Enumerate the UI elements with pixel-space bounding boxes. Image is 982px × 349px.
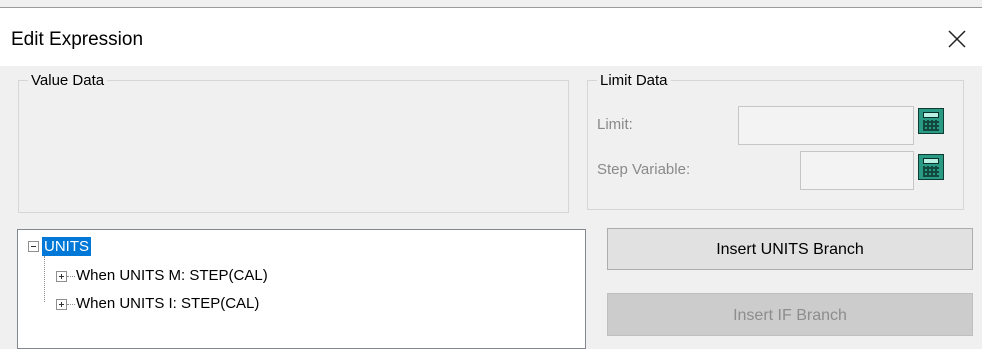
title-bar: [0, 8, 982, 66]
expand-icon[interactable]: [56, 270, 67, 282]
expression-tree[interactable]: UNITS When UNITS M: STEP(CAL) When UNITS…: [17, 229, 586, 349]
step-calculator-button[interactable]: [918, 154, 944, 180]
tree-node-units[interactable]: UNITS: [28, 236, 91, 256]
limit-calculator-button[interactable]: [918, 108, 944, 134]
expand-icon[interactable]: [56, 298, 67, 310]
step-variable-input[interactable]: [800, 151, 914, 190]
tree-node-label[interactable]: UNITS: [42, 236, 91, 256]
close-icon[interactable]: [940, 22, 974, 56]
insert-if-branch-button[interactable]: Insert IF Branch: [607, 293, 973, 336]
collapse-icon[interactable]: [28, 240, 39, 252]
calculator-icon: [923, 158, 939, 164]
limit-input[interactable]: [738, 106, 914, 145]
tree-node-units-i[interactable]: When UNITS I: STEP(CAL): [56, 294, 259, 314]
limit-label: Limit:: [597, 116, 633, 133]
tree-node-units-m[interactable]: When UNITS M: STEP(CAL): [56, 266, 268, 286]
value-data-group: Value Data: [18, 72, 569, 213]
tree-connector-line: [44, 256, 45, 302]
limit-data-legend: Limit Data: [600, 72, 668, 89]
value-data-legend: Value Data: [31, 72, 105, 89]
insert-units-branch-button[interactable]: Insert UNITS Branch: [607, 228, 973, 270]
dialog-title: Edit Expression: [11, 29, 144, 50]
tree-node-label[interactable]: When UNITS M: STEP(CAL): [76, 267, 268, 284]
calculator-icon: [923, 112, 939, 118]
step-variable-label: Step Variable:: [597, 161, 691, 178]
tree-node-label[interactable]: When UNITS I: STEP(CAL): [76, 295, 259, 312]
